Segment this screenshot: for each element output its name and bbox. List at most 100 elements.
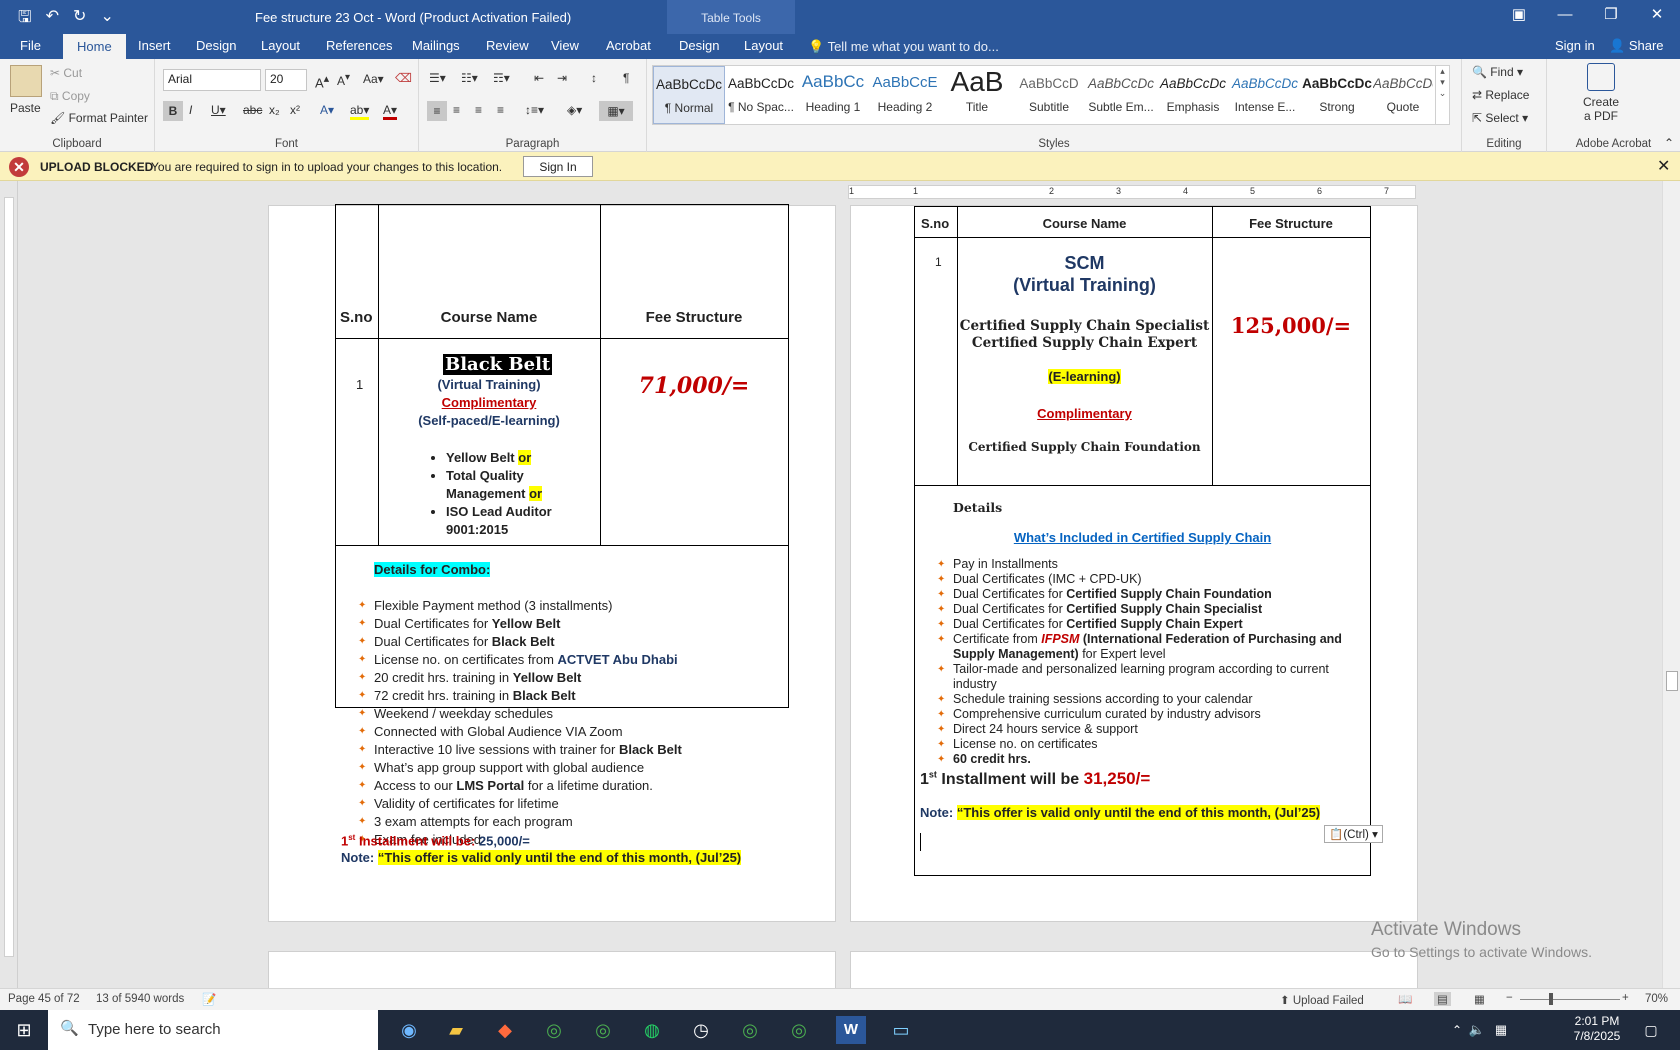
style-quote[interactable]: AaBbCcDc Quote [1373,66,1433,124]
page-left[interactable]: S.no Course Name Fee Structure 1 Black B… [268,204,836,922]
style-emphasis[interactable]: AaBbCcDc Emphasis [1157,66,1229,124]
tab-references[interactable]: References [326,38,392,53]
zoom-slider-thumb[interactable] [1549,993,1553,1005]
highlight-color-button[interactable]: ab▾ [350,103,370,120]
paste-options-button[interactable]: 📋(Ctrl) ▾ [1324,825,1383,843]
style-strong[interactable]: AaBbCcDc Strong [1301,66,1373,124]
collapse-ribbon-icon[interactable]: ⌃ [1664,136,1674,150]
sign-in-button[interactable]: Sign In [523,156,593,177]
page-count[interactable]: Page 45 of 72 [8,993,80,1005]
close-notification-icon[interactable]: ✕ [1657,156,1670,176]
tab-mailings[interactable]: Mailings [412,38,460,53]
font-color-button[interactable]: A▾ [383,103,398,120]
tab-layout[interactable]: Layout [261,38,300,53]
tab-file[interactable]: File [20,38,41,53]
notepad-icon[interactable]: ▭ [886,1016,916,1044]
tab-design[interactable]: Design [196,38,236,53]
bullets-button[interactable]: ☰▾ [429,71,446,85]
scroll-thumb[interactable] [1666,671,1678,691]
font-size-combo[interactable]: 20 [265,69,307,91]
chrome-icon[interactable]: ◎ [588,1016,618,1044]
style-subtle-emphasis[interactable]: AaBbCcDc Subtle Em... [1085,66,1157,124]
style-no-spacing[interactable]: AaBbCcDc ¶ No Spac... [725,66,797,124]
zoom-slider[interactable] [1520,999,1620,1000]
align-right-button[interactable]: ≡ [475,103,482,117]
page-next-left[interactable] [268,951,836,988]
restore-icon[interactable]: ❐ [1588,0,1634,34]
web-layout-icon[interactable]: ▦ [1474,992,1485,1006]
zoom-level[interactable]: 70% [1645,993,1668,1005]
italic-button[interactable]: I [189,103,192,117]
format-painter-button[interactable]: 🖌 Format Painter [50,111,148,125]
font-name-combo[interactable]: Arial [163,69,261,91]
customize-qat-icon[interactable]: ⌄ [100,6,113,33]
select-button[interactable]: ⇱ Select ▾ [1472,111,1528,125]
file-explorer-icon[interactable]: ▰ [441,1016,471,1044]
chrome-icon[interactable]: ◎ [735,1016,765,1044]
style-heading-1[interactable]: AaBbCc Heading 1 [797,66,869,124]
bold-button[interactable]: B [163,101,183,121]
whatsapp-icon[interactable]: ◍ [637,1016,667,1044]
style-heading-2[interactable]: AaBbCcE Heading 2 [869,66,941,124]
tab-acrobat[interactable]: Acrobat [606,38,651,53]
numbering-button[interactable]: ☷▾ [461,71,478,85]
create-pdf-icon[interactable] [1587,63,1615,91]
tab-table-layout[interactable]: Layout [744,38,783,53]
zoom-in-icon[interactable]: + [1622,992,1629,1004]
tab-home[interactable]: Home [63,34,126,59]
decrease-indent-button[interactable]: ⇤ [534,71,544,85]
close-icon[interactable]: ✕ [1634,0,1680,34]
style-subtitle[interactable]: AaBbCcD Subtitle [1013,66,1085,124]
copilot-icon[interactable]: ◉ [394,1016,424,1044]
replace-button[interactable]: ⇄ Replace [1472,88,1529,102]
copy-button[interactable]: ⧉ Copy [50,89,90,104]
show-marks-button[interactable]: ¶ [623,71,629,85]
align-left-button[interactable]: ≡ [427,101,447,121]
print-layout-icon[interactable]: ▤ [1434,992,1451,1006]
clock-app-icon[interactable]: ◷ [686,1016,716,1044]
clock[interactable]: 2:01 PM 7/8/2025 [1562,1014,1632,1043]
proofing-icon[interactable]: 📝 [202,992,216,1006]
minimize-icon[interactable]: — [1542,0,1588,34]
redo-icon[interactable]: ↻ [73,6,86,33]
shrink-font-button[interactable]: A▾ [337,72,350,88]
tab-review[interactable]: Review [486,38,529,53]
tab-insert[interactable]: Insert [138,38,171,53]
zoom-out-icon[interactable]: − [1506,992,1513,1004]
create-pdf-button[interactable]: Create a PDF [1571,95,1631,123]
style-title[interactable]: AaB Title [941,66,1013,124]
underline-button[interactable]: U▾ [211,103,226,117]
chrome-icon[interactable]: ◎ [539,1016,569,1044]
change-case-button[interactable]: Aa▾ [363,72,384,86]
line-spacing-button[interactable]: ↕≡▾ [525,103,544,117]
sign-in-link[interactable]: Sign in [1555,38,1595,53]
app-icon[interactable]: ◆ [490,1016,520,1044]
strikethrough-button[interactable]: abc [243,103,262,117]
page-next-right[interactable] [850,951,1418,988]
find-button[interactable]: 🔍 Find ▾ [1472,65,1523,79]
save-icon[interactable]: 🖫 [18,6,32,33]
tab-table-design[interactable]: Design [679,38,719,53]
tab-view[interactable]: View [551,38,579,53]
ribbon-display-icon[interactable]: ▣ [1496,0,1542,34]
justify-button[interactable]: ≡ [497,103,504,117]
tell-me-search[interactable]: 💡 Tell me what you want to do... [808,39,999,55]
increase-indent-button[interactable]: ⇥ [557,71,567,85]
paste-icon[interactable] [10,65,42,97]
windows-start-icon[interactable]: ⊞ [9,1016,39,1044]
word-app-icon[interactable]: W [836,1016,866,1044]
word-count[interactable]: 13 of 5940 words [96,993,184,1005]
sort-button[interactable]: ↕ [591,71,597,85]
cut-button[interactable]: ✂ Cut [50,66,82,80]
undo-icon[interactable]: ↶ [46,6,59,33]
network-icon[interactable]: ▦ [1486,1016,1516,1044]
chrome-icon[interactable]: ◎ [784,1016,814,1044]
read-mode-icon[interactable]: 📖 [1398,992,1412,1006]
grow-font-button[interactable]: A▴ [315,72,329,90]
multilevel-list-button[interactable]: ☶▾ [493,71,510,85]
align-center-button[interactable]: ≡ [453,103,460,117]
borders-button[interactable]: ▦▾ [599,101,633,121]
task-view-icon[interactable]: ⧉ [346,1016,376,1044]
text-effects-button[interactable]: A▾ [320,103,334,117]
page-right[interactable]: S.no Course Name Fee Structure 1 SCM (Vi… [850,205,1418,922]
